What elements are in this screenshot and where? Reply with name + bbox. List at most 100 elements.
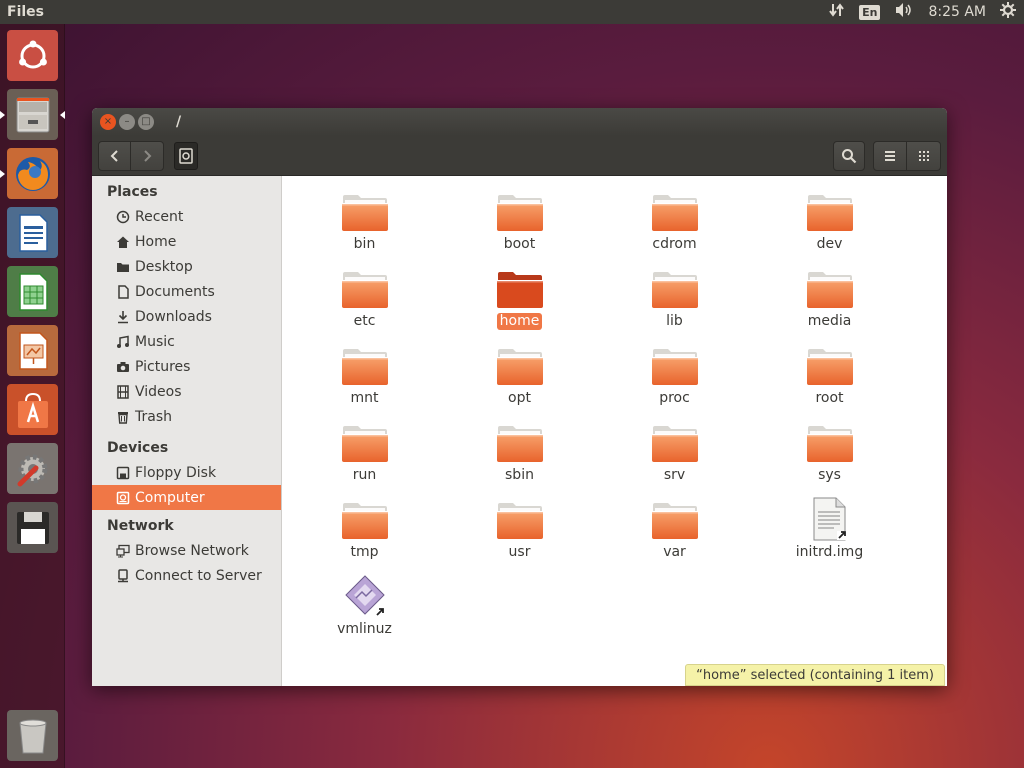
launcher-ubuntu-dash[interactable] — [7, 30, 58, 81]
folder-icon — [806, 195, 853, 231]
sidebar-item-music[interactable]: Music — [92, 329, 281, 354]
file-item-tmp[interactable]: tmp — [287, 499, 442, 576]
network-icon[interactable] — [829, 2, 845, 22]
sidebar-item-recent[interactable]: Recent — [92, 204, 281, 229]
file-label: run — [352, 467, 377, 483]
file-label: var — [663, 544, 686, 560]
window-minimize-button[interactable]: – — [119, 114, 135, 130]
sidebar-item-label: Documents — [135, 283, 215, 300]
file-label: bin — [353, 236, 376, 252]
file-label: lib — [666, 313, 683, 329]
top-panel: Files En 8:25 AM — [0, 0, 1024, 24]
floppy-icon — [16, 511, 49, 544]
sidebar-item-home[interactable]: Home — [92, 229, 281, 254]
sidebar-item-videos[interactable]: Videos — [92, 379, 281, 404]
file-item-sys[interactable]: sys — [752, 422, 907, 499]
folder-icon — [651, 272, 698, 308]
sidebar-item-downloads[interactable]: Downloads — [92, 304, 281, 329]
search-button[interactable] — [833, 140, 865, 171]
folder-icon — [496, 426, 543, 462]
file-item-dev[interactable]: dev — [752, 191, 907, 268]
settings-wrench-icon — [17, 454, 47, 486]
file-item-media[interactable]: media — [752, 268, 907, 345]
file-item-bin[interactable]: bin — [287, 191, 442, 268]
file-manager-window: × – □ / Places Recent Home Desktop Docum… — [92, 108, 947, 686]
file-label: home — [496, 313, 543, 330]
file-item-vmlinuz[interactable]: vmlinuz — [287, 575, 442, 653]
launcher-calc[interactable] — [7, 266, 58, 317]
window-maximize-button[interactable]: □ — [138, 114, 154, 130]
folder-icon — [496, 349, 543, 385]
grid-view-button[interactable] — [907, 140, 941, 171]
hard-drive-icon — [179, 147, 193, 164]
volume-icon[interactable] — [894, 2, 914, 22]
floppy-drive-icon — [116, 466, 130, 479]
launcher-writer[interactable] — [7, 207, 58, 258]
launcher-software-center[interactable] — [7, 384, 58, 435]
file-label: vmlinuz — [337, 621, 392, 637]
network-header: Network — [107, 518, 174, 534]
file-item-run[interactable]: run — [287, 422, 442, 499]
folder-icon — [651, 349, 698, 385]
folder-icon — [341, 426, 388, 462]
folder-icon — [341, 503, 388, 539]
file-label: root — [815, 390, 844, 406]
forward-button[interactable] — [131, 140, 164, 171]
window-close-button[interactable]: × — [100, 114, 116, 130]
back-button[interactable] — [98, 140, 131, 171]
sidebar-item-trash[interactable]: Trash — [92, 404, 281, 429]
file-item-sbin[interactable]: sbin — [442, 422, 597, 499]
file-item-proc[interactable]: proc — [597, 345, 752, 422]
file-item-mnt[interactable]: mnt — [287, 345, 442, 422]
file-item-initrd-img[interactable]: initrd.img — [752, 497, 907, 576]
server-icon — [118, 568, 128, 582]
network-icon — [116, 544, 130, 557]
launcher-trash[interactable] — [7, 710, 58, 761]
path-bar-root-button[interactable] — [174, 141, 198, 170]
binary-file-link-icon — [344, 575, 386, 617]
file-label: boot — [503, 236, 536, 252]
file-item-etc[interactable]: etc — [287, 268, 442, 345]
text-file-link-icon — [813, 497, 847, 541]
sidebar-item-computer[interactable]: Computer — [92, 485, 281, 510]
system-gear-icon[interactable] — [1000, 2, 1016, 22]
sidebar-item-connect-to-server[interactable]: Connect to Server — [92, 563, 281, 588]
file-item-root[interactable]: root — [752, 345, 907, 422]
grid-icon — [918, 150, 929, 161]
launcher — [0, 24, 65, 768]
file-item-srv[interactable]: srv — [597, 422, 752, 499]
sidebar-item-label: Desktop — [135, 258, 193, 275]
launcher-files[interactable] — [0, 89, 65, 140]
app-title: Files — [7, 4, 44, 20]
download-icon — [118, 310, 128, 323]
file-item-home[interactable]: home — [442, 268, 597, 345]
file-item-cdrom[interactable]: cdrom — [597, 191, 752, 268]
sidebar-item-documents[interactable]: Documents — [92, 279, 281, 304]
sidebar-item-pictures[interactable]: Pictures — [92, 354, 281, 379]
file-item-opt[interactable]: opt — [442, 345, 597, 422]
file-item-var[interactable]: var — [597, 499, 752, 576]
clock-icon — [116, 210, 130, 223]
sidebar-item-browse-network[interactable]: Browse Network — [92, 538, 281, 563]
keyboard-layout-indicator[interactable]: En — [859, 4, 881, 20]
file-grid: bin boot cdrom dev etc home lib media mnt opt proc… — [282, 176, 947, 653]
sidebar-item-desktop[interactable]: Desktop — [92, 254, 281, 279]
file-label: srv — [663, 467, 686, 483]
launcher-firefox[interactable] — [0, 148, 58, 199]
folder-icon — [496, 272, 543, 308]
list-view-button[interactable] — [873, 140, 907, 171]
launcher-impress[interactable] — [7, 325, 58, 376]
titlebar[interactable]: × – □ / — [92, 108, 947, 136]
home-icon — [117, 236, 129, 248]
trash-icon — [118, 411, 128, 424]
sidebar-item-floppy-disk[interactable]: Floppy Disk — [92, 460, 281, 485]
file-view[interactable]: bin boot cdrom dev etc home lib media mnt opt proc… — [282, 176, 947, 686]
file-item-lib[interactable]: lib — [597, 268, 752, 345]
launcher-system-settings[interactable] — [7, 443, 58, 494]
file-item-usr[interactable]: usr — [442, 499, 597, 576]
launcher-floppy[interactable] — [7, 502, 58, 553]
folder-icon — [117, 262, 129, 272]
clock[interactable]: 8:25 AM — [928, 4, 986, 20]
folder-icon — [496, 503, 543, 539]
file-item-boot[interactable]: boot — [442, 191, 597, 268]
